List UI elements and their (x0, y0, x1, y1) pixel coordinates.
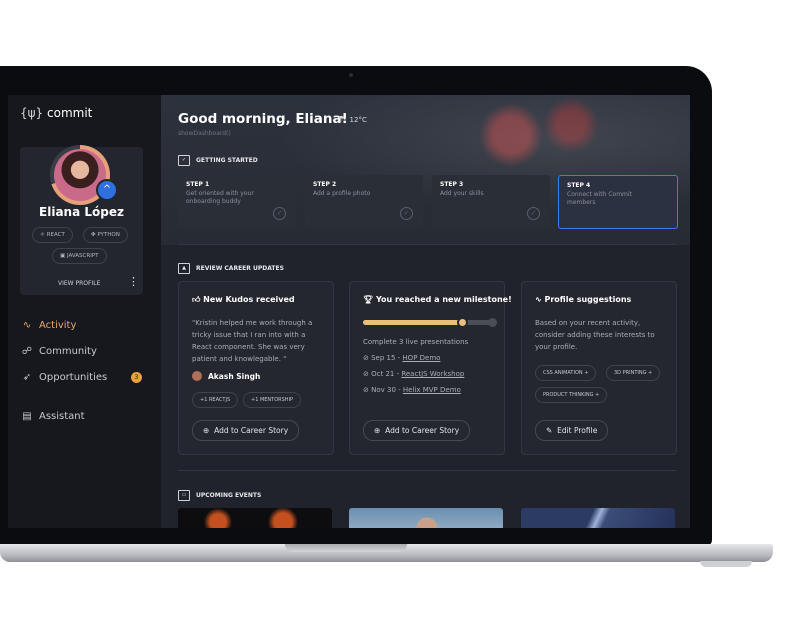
endorsement-tag[interactable]: +1 REACTJS (192, 392, 239, 408)
thumbs-up-icon: 👍︎ (192, 295, 201, 304)
event-thumbnail[interactable] (521, 508, 675, 528)
cloud-rain-icon: ☂ (337, 115, 346, 125)
divider (178, 470, 676, 471)
javascript-icon: ▣ (60, 253, 66, 259)
endorsement-tag[interactable]: +1 MENTORSHIP (243, 392, 302, 408)
rocket-icon: ➶ (22, 372, 32, 383)
chat-icon: ▤ (22, 411, 32, 422)
level-badge-icon: ^ (96, 179, 118, 201)
milestone-item[interactable]: ⊘ Sep 15 - HOP Demo (363, 354, 440, 362)
plus-circle-icon: ⊕ (203, 426, 210, 435)
suggestions-title: ∿ Profile suggestions (535, 295, 632, 304)
activity-icon: ∿ (535, 295, 542, 304)
image-icon: ▲ (178, 263, 190, 274)
skill-tag[interactable]: ▣ JAVASCRIPT (52, 248, 107, 264)
milestone-desc: Complete 3 live presentations (363, 338, 469, 346)
weather-widget: ☂ 12°C (337, 115, 367, 125)
camera-dot (349, 73, 353, 77)
skill-tag[interactable]: ✤ PYTHON (83, 227, 128, 243)
interest-tag[interactable]: PRODUCT THINKING + (535, 387, 608, 403)
page-subtitle: showDashboard() (178, 130, 231, 137)
section-upcoming-events: ▭ UPCOMING EVENTS (178, 490, 261, 501)
clipboard-icon: ✓ (178, 155, 190, 166)
kudos-card: 👍︎ New Kudos received "Kristin helped me… (178, 281, 334, 455)
check-circle-icon: ✓ (273, 207, 286, 220)
step-card-4[interactable]: STEP 4 Connect with Commit members (558, 175, 678, 229)
main-content: Good morning, Eliana! ☂ 12°C showDashboa… (161, 95, 690, 528)
section-career-updates: ▲ REVIEW CAREER UPDATES (178, 263, 284, 274)
logo[interactable]: {ψ} commit (20, 106, 92, 120)
check-circle-icon: ✓ (527, 207, 540, 220)
edit-profile-button[interactable]: ✎ Edit Profile (535, 420, 609, 441)
skill-tag[interactable]: ⚛ REACT (32, 227, 73, 243)
interest-tag[interactable]: 3D PRINTING + (606, 365, 661, 381)
milestone-item[interactable]: ⊘ Nov 30 - Helix MVP Demo (363, 386, 461, 394)
event-thumbnail[interactable] (349, 508, 503, 528)
python-icon: ✤ (91, 232, 96, 238)
calendar-icon: ▭ (178, 490, 190, 501)
check-circle-icon: ⊘ (363, 386, 369, 394)
logo-text: commit (47, 106, 93, 120)
milestone-title: 🏆︎ You reached a new milestone! (363, 295, 512, 304)
milestone-progress-knob (457, 317, 468, 328)
profile-card: ^ Eliana López ⚛ REACT ✤ PYTHON ▣ JAVASC… (20, 145, 143, 295)
plus-circle-icon: ⊕ (374, 426, 381, 435)
more-options-icon[interactable]: ⋮ (128, 275, 139, 288)
milestone-progress-fill (363, 320, 462, 325)
step-card-3[interactable]: STEP 3 Add your skills ✓ (432, 175, 550, 227)
kudos-title: 👍︎ New Kudos received (192, 295, 295, 304)
nav-item-community[interactable]: ☍ Community (20, 346, 97, 357)
react-icon: ⚛ (40, 232, 45, 238)
trophy-icon: 🏆︎ (363, 295, 374, 304)
profile-suggestions-card: ∿ Profile suggestions Based on your rece… (521, 281, 677, 455)
check-circle-icon: ⊘ (363, 370, 369, 378)
edit-icon: ✎ (546, 426, 553, 435)
nav-item-activity[interactable]: ∿ Activity (20, 320, 77, 331)
milestone-item[interactable]: ⊘ Oct 21 - ReactJS Workshop (363, 370, 464, 378)
milestone-card: 🏆︎ You reached a new milestone! Complete… (349, 281, 512, 455)
view-profile-link[interactable]: VIEW PROFILE (58, 280, 100, 287)
greeting-title: Good morning, Eliana! (178, 111, 348, 127)
app-screen: {ψ} commit ^ Eliana López ⚛ REACT ✤ PYTH… (8, 95, 690, 528)
section-getting-started: ✓ GETTING STARTED (178, 155, 258, 166)
laptop-foot (700, 561, 752, 567)
add-to-career-story-button[interactable]: ⊕ Add to Career Story (363, 420, 471, 441)
step-card-1[interactable]: STEP 1 Get oriented with your onboarding… (178, 175, 296, 227)
interest-tag[interactable]: CSS ANIMATION + (535, 365, 597, 381)
nav-item-opportunities[interactable]: ➶ Opportunities (20, 372, 107, 383)
logo-brace: {ψ} (20, 106, 44, 120)
nav-item-assistant[interactable]: ▤ Assistant (20, 411, 84, 422)
divider (178, 244, 676, 245)
activity-icon: ∿ (22, 320, 32, 331)
add-to-career-story-button[interactable]: ⊕ Add to Career Story (192, 420, 300, 441)
sidebar: {ψ} commit ^ Eliana López ⚛ REACT ✤ PYTH… (8, 95, 161, 528)
opportunities-count-badge: 3 (131, 372, 142, 383)
community-icon: ☍ (21, 346, 33, 357)
check-circle-icon: ✓ (400, 207, 413, 220)
step-card-2[interactable]: STEP 2 Add a profile photo ✓ (305, 175, 423, 227)
kudos-quote: "Kristin helped me work through a tricky… (192, 319, 313, 363)
progress-end-dot (488, 318, 497, 327)
author-avatar (192, 371, 202, 381)
milestone-progress-bar (363, 317, 497, 328)
check-circle-icon: ⊘ (363, 354, 369, 362)
profile-name: Eliana López (39, 205, 124, 219)
event-thumbnail[interactable] (178, 508, 332, 528)
suggestions-desc: Based on your recent activity, consider … (535, 319, 655, 351)
kudos-author: Akash Singh (192, 371, 260, 381)
laptop-notch (285, 544, 407, 552)
